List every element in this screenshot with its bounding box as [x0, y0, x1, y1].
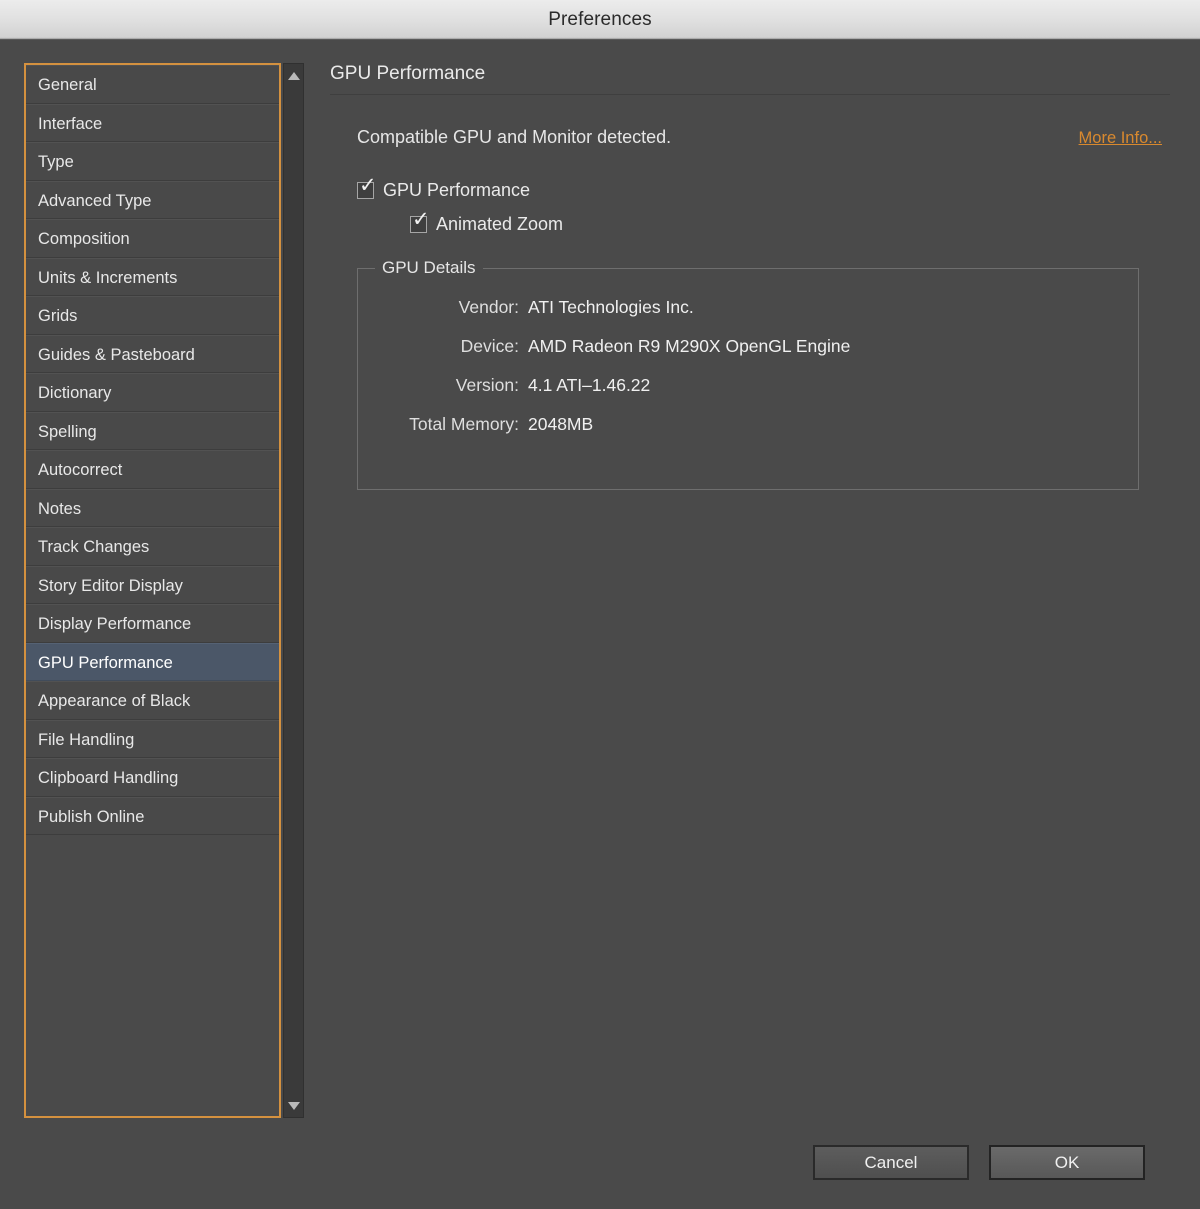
sidebar-item-track-changes[interactable]: Track Changes — [26, 527, 279, 566]
sidebar-item-story-editor-display[interactable]: Story Editor Display — [26, 565, 279, 604]
category-list[interactable]: General Interface Type Advanced Type Composi… — [24, 63, 281, 1118]
dialog-footer: Cancel OK — [813, 1145, 1145, 1180]
gpu-detail-label: Version: — [455, 375, 519, 395]
sidebar-item-interface[interactable]: Interface — [26, 103, 279, 142]
gpu-detail-row: Version: 4.1 ATI–1.46.22 — [358, 375, 1138, 396]
sidebar-item-display-performance[interactable]: Display Performance — [26, 604, 279, 643]
preferences-dialog: Preferences General Interface Type Advanced… — [0, 0, 1200, 1209]
gpu-detail-value: 4.1 ATI–1.46.22 — [528, 375, 651, 395]
sidebar-item-spelling[interactable]: Spelling — [26, 411, 279, 450]
animated-zoom-checkbox[interactable]: ✓ — [410, 209, 430, 233]
sidebar-item-composition[interactable]: Composition — [26, 219, 279, 258]
gpu-performance-checkbox-label: GPU Performance — [383, 180, 531, 200]
gpu-detail-label: Vendor: — [458, 297, 519, 317]
sidebar-item-units-increments[interactable]: Units & Increments — [26, 257, 279, 296]
sidebar-item-grids[interactable]: Grids — [26, 296, 279, 335]
gpu-detail-label: Device: — [460, 336, 519, 356]
checkmark-icon: ✓ — [412, 207, 430, 231]
gpu-details-legend: GPU Details — [375, 258, 483, 278]
sidebar-item-autocorrect[interactable]: Autocorrect — [26, 450, 279, 489]
gpu-detail-value: 2048MB — [528, 414, 594, 434]
sidebar-item-guides-pasteboard[interactable]: Guides & Pasteboard — [26, 334, 279, 373]
gpu-status-row: Compatible GPU and Monitor detected. Mor… — [357, 127, 1162, 148]
gpu-detail-row: Device: AMD Radeon R9 M290X OpenGL Engine — [358, 336, 1138, 357]
category-list-scrollbar[interactable] — [283, 63, 304, 1118]
title-divider — [330, 94, 1170, 95]
sidebar-item-appearance-of-black[interactable]: Appearance of Black — [26, 681, 279, 720]
gpu-performance-checkbox[interactable]: ✓ — [357, 175, 377, 199]
scroll-up-arrow-icon[interactable] — [284, 66, 303, 85]
gpu-status-text: Compatible GPU and Monitor detected. — [357, 127, 672, 147]
page-title: GPU Performance — [330, 63, 486, 84]
sidebar-item-general[interactable]: General — [26, 65, 279, 104]
sidebar-item-clipboard-handling[interactable]: Clipboard Handling — [26, 758, 279, 797]
ok-button[interactable]: OK — [989, 1145, 1145, 1180]
gpu-details-rows: Vendor: ATI Technologies Inc. Device: AMD R… — [358, 269, 1138, 435]
gpu-detail-row: Total Memory: 2048MB — [358, 414, 1138, 435]
sidebar-item-notes[interactable]: Notes — [26, 488, 279, 527]
gpu-details-group: GPU Details Vendor: ATI Technologies Inc.… — [357, 258, 1139, 490]
cancel-button[interactable]: Cancel — [813, 1145, 969, 1180]
sidebar-item-file-handling[interactable]: File Handling — [26, 719, 279, 758]
animated-zoom-checkbox-row[interactable]: ✓ Animated Zoom — [410, 209, 1170, 235]
gpu-performance-panel: GPU Performance Compatible GPU and Monit… — [330, 63, 1170, 490]
window-title: Preferences — [548, 8, 652, 30]
gpu-detail-value: ATI Technologies Inc. — [528, 297, 694, 317]
gpu-detail-row: Vendor: ATI Technologies Inc. — [358, 297, 1138, 318]
gpu-detail-value: AMD Radeon R9 M290X OpenGL Engine — [528, 336, 851, 356]
sidebar-item-gpu-performance[interactable]: GPU Performance — [26, 642, 279, 681]
title-bar: Preferences — [0, 0, 1200, 40]
scroll-down-arrow-icon[interactable] — [284, 1096, 303, 1115]
sidebar-item-advanced-type[interactable]: Advanced Type — [26, 180, 279, 219]
checkmark-icon: ✓ — [359, 173, 377, 197]
gpu-detail-label: Total Memory: — [409, 414, 519, 434]
sidebar-empty-area — [26, 835, 279, 1116]
sidebar-item-dictionary[interactable]: Dictionary — [26, 373, 279, 412]
sidebar-item-type[interactable]: Type — [26, 142, 279, 181]
more-info-link[interactable]: More Info... — [1079, 129, 1162, 148]
gpu-performance-checkbox-row[interactable]: ✓ GPU Performance — [357, 175, 1170, 201]
category-list-items: General Interface Type Advanced Type Composi… — [26, 65, 279, 1116]
sidebar-item-publish-online[interactable]: Publish Online — [26, 796, 279, 835]
animated-zoom-checkbox-label: Animated Zoom — [436, 214, 564, 234]
